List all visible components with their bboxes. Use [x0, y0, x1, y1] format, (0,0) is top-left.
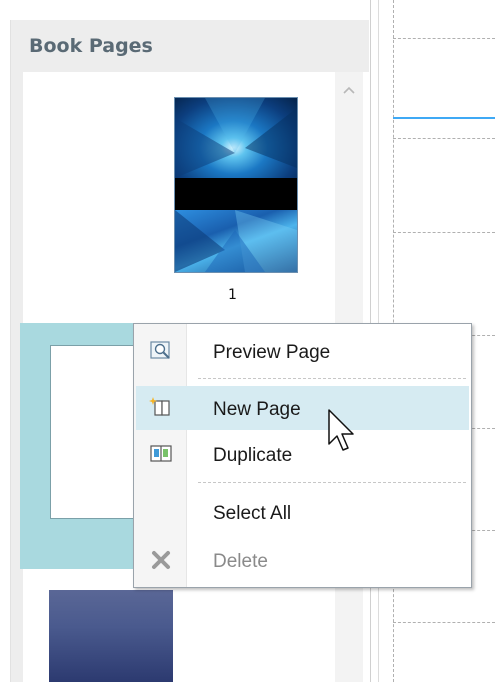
- menu-item-label: Delete: [213, 551, 268, 572]
- page-thumbnail-3[interactable]: [49, 590, 173, 682]
- menu-item-label: Duplicate: [213, 445, 293, 466]
- mouse-cursor-icon: [327, 408, 357, 458]
- scroll-up-icon[interactable]: [335, 72, 363, 108]
- menu-item-new-page[interactable]: New Page: [136, 386, 469, 430]
- thumbnail-image-bottom: [175, 210, 297, 272]
- menu-item-label: Select All: [213, 503, 292, 524]
- canvas-selected-guide[interactable]: [393, 117, 495, 119]
- delete-icon: [148, 547, 174, 573]
- menu-separator: [198, 482, 466, 483]
- duplicate-icon: [148, 441, 174, 467]
- menu-item-preview-page[interactable]: Preview Page: [136, 329, 469, 373]
- canvas-guide-horizontal: [393, 232, 495, 233]
- menu-item-label: Preview Page: [213, 342, 331, 363]
- panel-title: Book Pages: [29, 35, 153, 57]
- canvas-guide-horizontal: [393, 622, 495, 623]
- menu-item-duplicate[interactable]: Duplicate: [136, 432, 469, 476]
- context-menu: Preview Page New Page Duplicate Select A…: [133, 323, 472, 588]
- new-page-icon: [148, 395, 174, 421]
- preview-icon: [148, 338, 174, 364]
- menu-item-delete: Delete: [136, 538, 469, 582]
- page-number-1: 1: [228, 287, 237, 303]
- canvas-guide-horizontal: [393, 138, 495, 139]
- menu-separator: [198, 378, 466, 379]
- thumbnail-image-band: [175, 178, 297, 210]
- menu-item-select-all[interactable]: Select All: [136, 490, 469, 534]
- canvas-guide-horizontal: [393, 38, 495, 39]
- menu-item-label: New Page: [213, 399, 301, 420]
- thumbnail-image-top: [175, 98, 297, 178]
- page-thumbnail-1[interactable]: [174, 97, 298, 273]
